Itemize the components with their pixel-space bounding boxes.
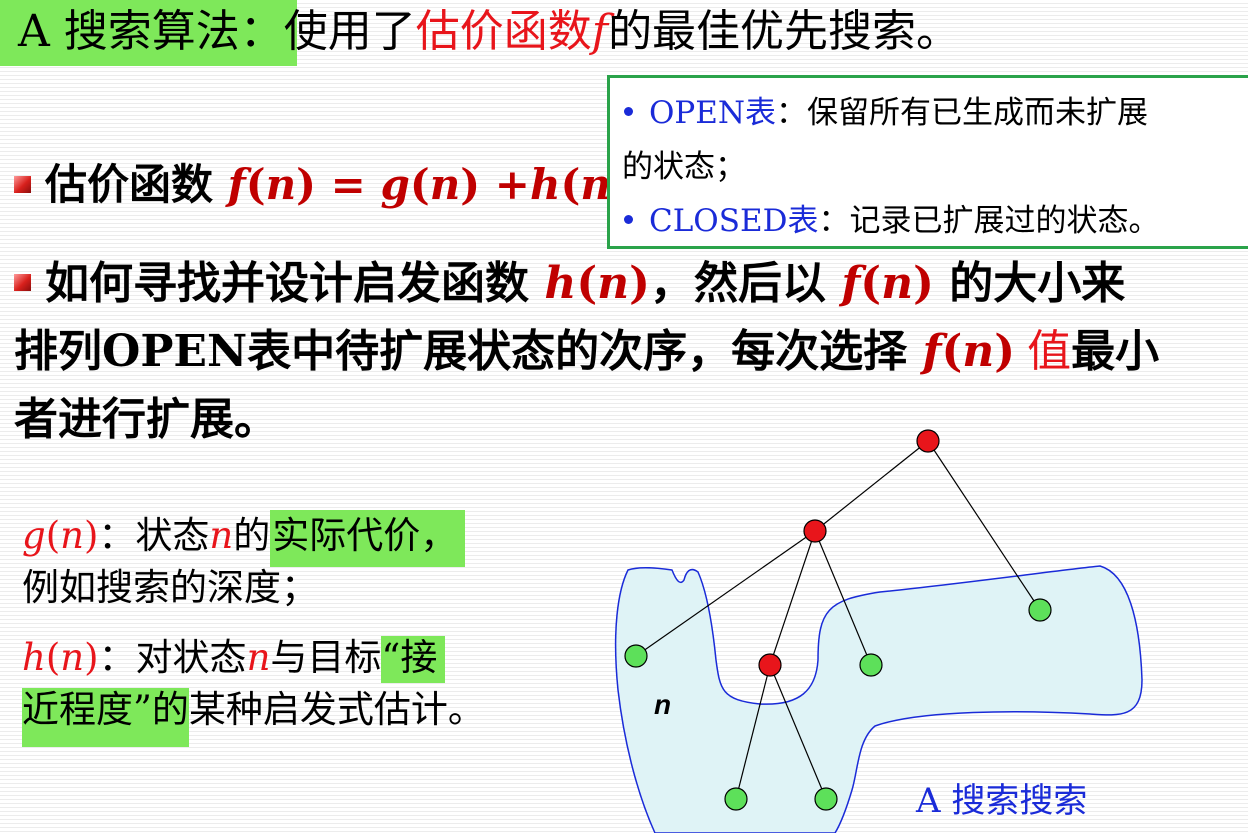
region-label: A 搜索搜索 [915, 781, 1087, 821]
open-node [624, 644, 648, 668]
open-node [724, 787, 748, 811]
open-node [859, 653, 883, 677]
edge [814, 440, 929, 532]
search-tree-diagram: n A 搜索搜索 [614, 429, 1143, 833]
open-node [814, 787, 838, 811]
open-node [1028, 598, 1052, 622]
node-n-label: n [654, 689, 671, 720]
edge [769, 530, 816, 666]
expanded-node [758, 653, 782, 677]
expanded-node [916, 429, 940, 453]
expanded-node [803, 519, 827, 543]
